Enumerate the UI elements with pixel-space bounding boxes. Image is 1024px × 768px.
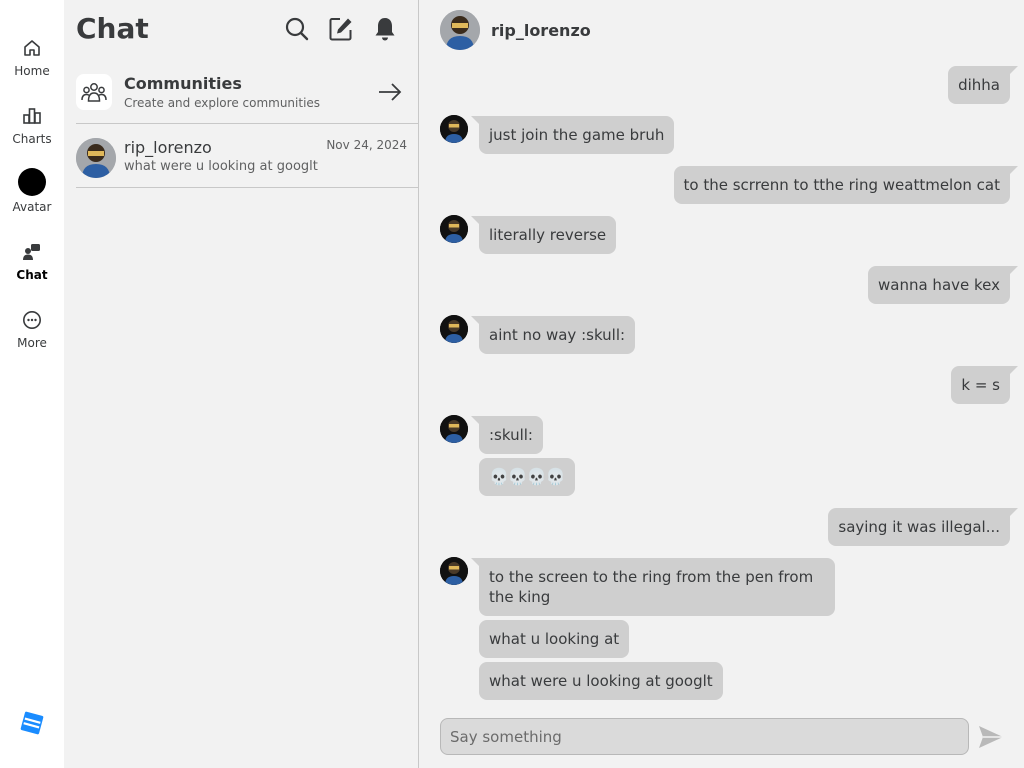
nav-item-label: Charts <box>12 132 52 146</box>
search-button[interactable] <box>282 14 312 44</box>
nav-item-label: Avatar <box>12 200 52 214</box>
message-incoming: to the screen to the ring from the pen f… <box>471 558 835 616</box>
conversation-title: rip_lorenzo <box>491 20 591 40</box>
nav-item-home[interactable]: Home <box>0 36 64 92</box>
message-input[interactable] <box>450 719 959 754</box>
message-composer[interactable] <box>440 718 969 755</box>
nav-item-charts[interactable]: Charts <box>0 104 64 160</box>
avatar <box>76 138 116 178</box>
conversation-item[interactable]: rip_lorenzo Nov 24, 2024 what were u loo… <box>76 126 419 188</box>
message-outgoing: k = s <box>951 366 1018 404</box>
message-incoming: what u looking at <box>479 620 630 658</box>
new-chat-button[interactable] <box>326 14 356 44</box>
avatar-icon <box>18 168 46 196</box>
notifications-button[interactable] <box>370 14 400 44</box>
compose-icon <box>329 18 352 41</box>
conversation-preview: what were u looking at googlt <box>124 159 318 174</box>
communities-subtitle: Create and explore communities <box>124 96 321 110</box>
message-incoming: 💀💀💀💀 <box>479 458 575 496</box>
avatar <box>440 557 468 585</box>
message-incoming: just join the game bruh <box>470 116 675 154</box>
communities-title: Communities <box>124 74 242 93</box>
message-incoming: :skull: <box>471 416 543 454</box>
conversation-date: Nov 24, 2024 <box>326 138 407 152</box>
arrow-right-icon <box>376 80 404 104</box>
avatar[interactable] <box>440 10 480 50</box>
chat-icon <box>20 240 44 264</box>
message-outgoing: saying it was illegal... <box>828 508 1018 546</box>
chat-list-panel: Chat Communities Create and explore comm… <box>64 0 419 768</box>
more-icon <box>20 308 44 332</box>
avatar <box>440 215 468 243</box>
send-icon[interactable] <box>977 724 1005 750</box>
communities-row[interactable]: Communities Create and explore communiti… <box>76 68 419 124</box>
message-outgoing: wanna have kex <box>868 266 1018 304</box>
avatar <box>440 315 468 343</box>
home-icon <box>20 36 44 60</box>
roblox-logo-icon[interactable] <box>20 711 44 735</box>
communities-icon <box>76 74 112 110</box>
message-outgoing: dihha <box>948 66 1018 104</box>
conversation-pane: rip_lorenzo dihha just join the game bru… <box>420 0 1024 768</box>
page-title: Chat <box>76 12 149 45</box>
nav-item-chat[interactable]: Chat <box>0 240 64 296</box>
search-icon <box>285 17 309 41</box>
bell-icon <box>375 18 395 41</box>
message-incoming: literally reverse <box>470 216 617 254</box>
message-incoming: what were u looking at googlt <box>479 662 723 700</box>
nav-item-avatar[interactable]: Avatar <box>0 168 64 224</box>
conversation-header[interactable]: rip_lorenzo <box>440 10 591 50</box>
nav-item-label: Home <box>14 64 50 78</box>
message-outgoing: to the scrrenn to tthe ring weattmelon c… <box>673 166 1019 204</box>
avatar <box>440 415 468 443</box>
nav-item-label: More <box>17 336 47 350</box>
nav-item-label: Chat <box>16 268 48 282</box>
nav-item-more[interactable]: More <box>0 308 64 364</box>
nav-rail: Home Charts Avatar Chat More <box>0 0 64 768</box>
charts-icon <box>20 104 44 128</box>
message-incoming: aint no way :skull: <box>470 316 636 354</box>
avatar <box>440 115 468 143</box>
conversation-name: rip_lorenzo <box>124 138 212 157</box>
